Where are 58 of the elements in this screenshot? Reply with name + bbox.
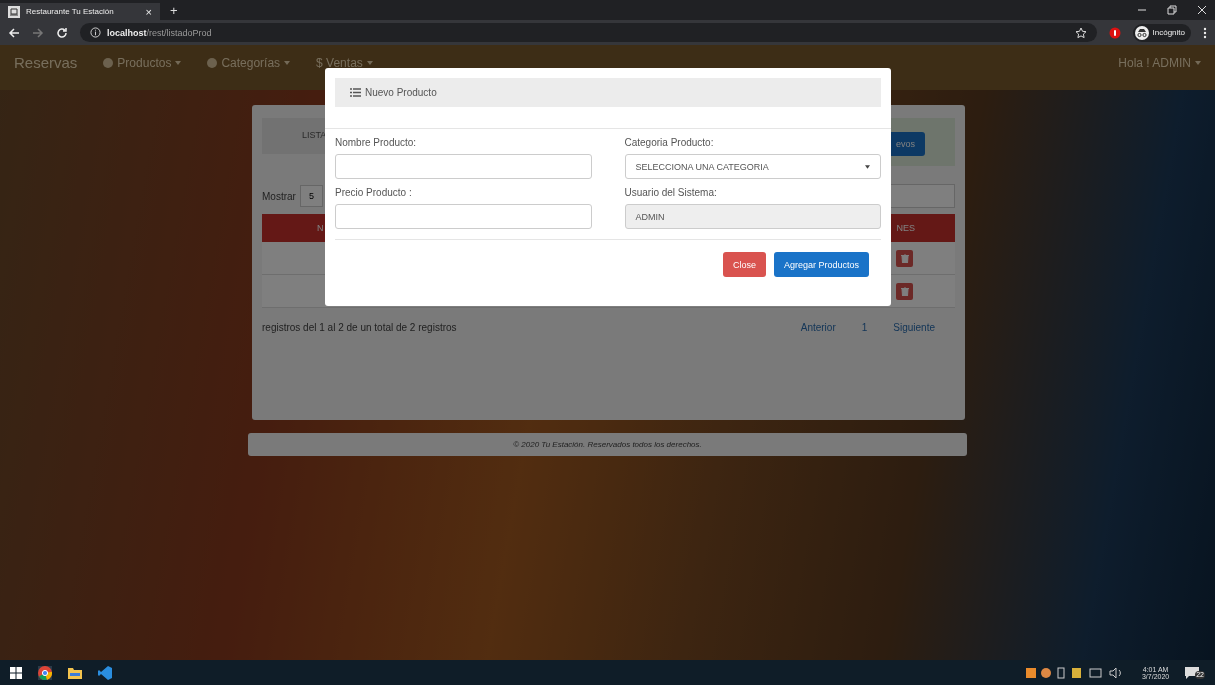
page-size-select[interactable]: 5 [299,185,323,207]
records-summary: registros del 1 al 2 de un total de 2 registros [262,322,457,333]
circle-icon [207,57,218,68]
reload-icon[interactable] [56,26,68,39]
new-tab-button[interactable]: + [170,2,178,18]
list-icon [350,88,361,97]
caret-icon [366,60,373,65]
field-label: Usuario del Sistema: [624,187,718,198]
caret-icon [865,164,870,169]
category-select[interactable]: SELECCIONA UNA CATEGORIA [624,154,881,179]
incognito-profile-button[interactable]: Incógnito [1132,23,1191,42]
trash-icon [900,286,909,296]
column-header[interactable]: N [262,223,324,233]
nav-menu[interactable]: Categorías [207,55,291,70]
trash-icon [900,253,909,263]
readonly-field: ADMIN [624,204,881,229]
pagination-link[interactable]: Anterior [800,322,836,333]
code-editor-icon[interactable] [98,665,112,680]
nav-menu[interactable]: Productos [103,55,182,70]
windows-start-icon[interactable] [10,666,22,679]
folder-icon[interactable] [68,666,82,679]
circle-icon [103,57,114,68]
forward-arrow-icon[interactable] [32,26,44,39]
browser-tab[interactable]: Restaurante Tu Estación × [0,3,160,20]
incognito-icon [1134,25,1149,40]
more-menu-icon[interactable] [1203,26,1207,39]
caret-icon [1195,60,1201,65]
back-arrow-icon[interactable] [8,26,20,39]
address-bar[interactable]: localhost/rest/listadoProd [80,23,1097,42]
search-field[interactable] [889,184,955,208]
field-label: Precio Producto : [335,187,413,198]
extension-icon[interactable] [1108,26,1121,39]
tab-close-button[interactable]: × [145,5,152,18]
close-icon[interactable] [1197,5,1207,15]
column-header[interactable]: NES [896,223,955,233]
info-icon [90,27,101,38]
close-button[interactable]: Close [722,252,766,277]
input-field[interactable] [335,204,592,229]
show-label: Mostrar [262,190,296,202]
pagination-link[interactable]: Siguiente [893,322,935,333]
add-button[interactable]: Agregar Productos [773,252,869,277]
star-icon[interactable] [1074,26,1087,39]
dialog-title: Nuevo Producto [365,87,437,98]
caret-icon [175,60,182,65]
input-field[interactable] [335,154,592,179]
field-label: Categoria Producto: [624,137,715,148]
pagination-link[interactable]: 1 [861,322,868,333]
caret-icon [284,60,291,65]
copyright-text: © 2020 Tu Estación. Reservados todos los derechos. [513,440,702,449]
delete-button[interactable] [896,282,913,300]
brand-link[interactable]: Reservas [14,54,78,71]
user-menu[interactable]: Hola ! ADMIN [1118,55,1201,70]
nav-menu[interactable]: $ Ventas [316,55,373,70]
delete-button[interactable] [896,249,913,267]
browser-icon[interactable] [38,665,52,680]
page-icon [8,5,20,18]
tab-title: Restaurante Tu Estación [26,7,115,16]
restore-icon[interactable] [1167,5,1177,15]
